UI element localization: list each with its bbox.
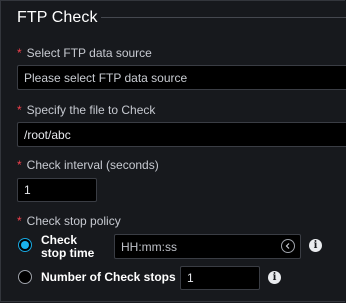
check-stops-option-label[interactable]: Number of Check stops (41, 271, 176, 284)
required-mark: * (17, 214, 22, 228)
required-mark: * (17, 46, 22, 60)
check-stops-input[interactable]: 1 (180, 266, 260, 290)
stop-time-option-label[interactable]: Check stop time (41, 234, 94, 260)
stop-time-input[interactable]: HH:mm:ss (114, 234, 301, 259)
stop-time-placeholder: HH:mm:ss (121, 239, 177, 254)
ftp-check-panel: FTP Check * Select FTP data source Please… (0, 0, 346, 302)
chevron-left-glyph (285, 243, 290, 249)
file-to-check-label: * Specify the file to Check (17, 103, 155, 117)
required-mark: * (17, 158, 22, 172)
stop-time-radio[interactable] (18, 238, 32, 252)
stop-policy-label: * Check stop policy (17, 214, 121, 228)
file-to-check-input[interactable]: /root/abc (17, 122, 346, 147)
title-divider (101, 17, 346, 18)
check-interval-input[interactable]: 1 (17, 178, 97, 202)
data-source-placeholder: Please select FTP data source (24, 70, 188, 85)
data-source-select[interactable]: Please select FTP data source (17, 65, 346, 90)
section-header: FTP Check (17, 8, 98, 28)
check-stops-radio[interactable] (18, 270, 32, 284)
section-title: FTP Check (17, 9, 98, 26)
data-source-label: * Select FTP data source (17, 46, 152, 60)
required-mark: * (17, 103, 22, 117)
check-stops-value: 1 (187, 271, 194, 285)
info-icon[interactable]: i (309, 239, 322, 252)
file-to-check-value: /root/abc (24, 127, 71, 142)
stop-time-label-line2: stop time (41, 246, 95, 260)
check-interval-label: * Check interval (seconds) (17, 158, 159, 172)
file-to-check-label-text: Specify the file to Check (26, 103, 156, 117)
data-source-label-text: Select FTP data source (26, 46, 152, 60)
stop-policy-label-text: Check stop policy (26, 214, 121, 228)
check-interval-value: 1 (24, 183, 31, 197)
check-interval-label-text: Check interval (seconds) (26, 158, 159, 172)
info-icon[interactable]: i (268, 271, 281, 284)
chevron-left-circle-icon[interactable] (281, 239, 295, 253)
